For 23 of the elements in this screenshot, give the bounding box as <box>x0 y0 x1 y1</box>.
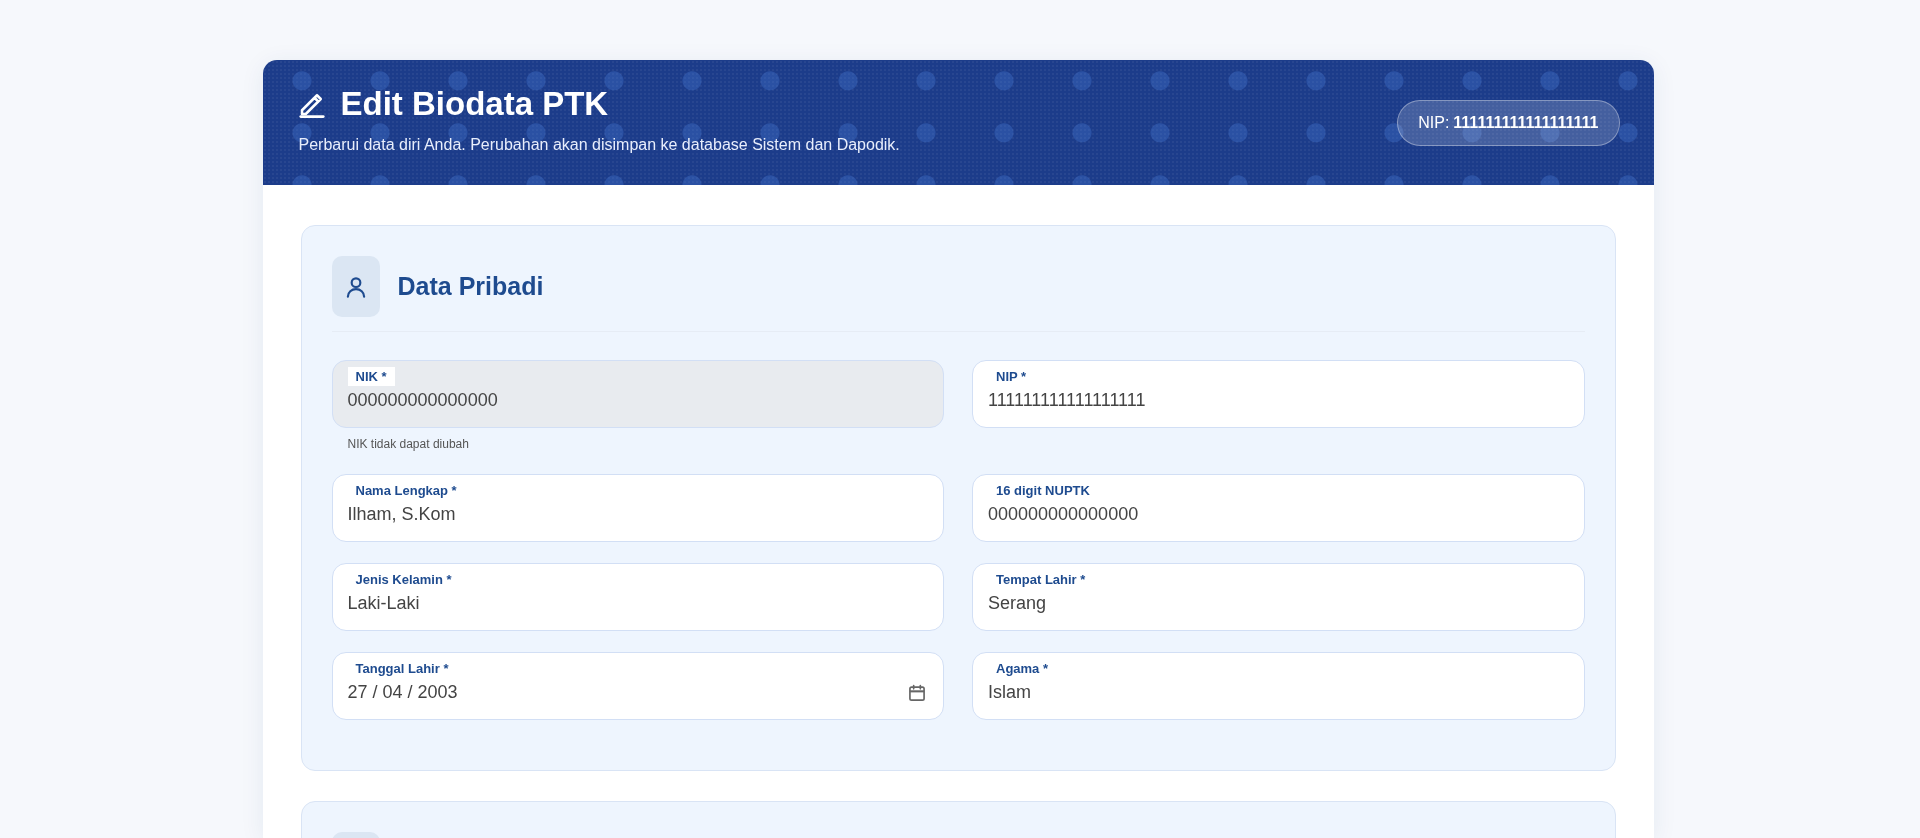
page-subtitle: Perbarui data diri Anda. Perubahan akan disimpan ke database Sistem dan Dapodik. <box>298 136 900 154</box>
page-title: Edit Biodata PTK <box>340 84 609 124</box>
field-hint: NIK tidak dapat diubah <box>346 436 470 451</box>
field-value: 000000000000000 <box>347 390 498 411</box>
field-value: 111111111111111111 <box>988 390 1146 411</box>
input-field[interactable]: Agama * Islam <box>972 652 1585 720</box>
date-field[interactable]: Tanggal Lahir * 27 / 04 / 2003 <box>331 652 944 720</box>
field-value: 27 / 04 / 2003 <box>347 682 458 703</box>
input-field[interactable]: 16 digit NUPTK 000000000000000 <box>972 474 1585 542</box>
calendar-icon[interactable] <box>907 682 927 703</box>
field-value: Serang <box>988 593 1047 614</box>
input-field[interactable]: Tempat Lahir * Serang <box>972 563 1585 631</box>
field-value: Islam <box>988 682 1031 703</box>
input-field[interactable]: NIP * 111111111111111111 <box>972 360 1585 428</box>
badge-label: NIP: <box>1418 113 1450 132</box>
badge-value: 111111111111111111 <box>1453 113 1599 132</box>
field-value: 000000000000000 <box>988 504 1139 525</box>
input-field[interactable]: Nama Lengkap * Ilham, S.Kom <box>331 474 944 542</box>
field-value: Laki-Laki <box>347 593 420 614</box>
field-label: NIK * <box>347 367 395 386</box>
input-field[interactable]: Jenis Kelamin * Laki-Laki <box>331 563 944 631</box>
field-value: Ilham, S.Kom <box>347 504 456 525</box>
section-title: Data Pribadi <box>397 272 544 301</box>
